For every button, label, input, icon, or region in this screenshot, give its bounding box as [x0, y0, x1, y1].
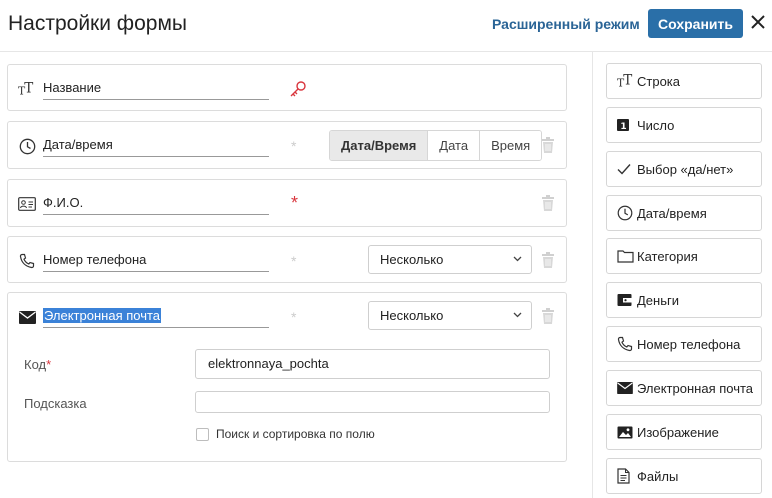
segment-datetime[interactable]: Дата/Время [330, 131, 429, 160]
file-icon [617, 468, 635, 484]
datetime-format-segmented: Дата/Время Дата Время [329, 130, 543, 161]
form-fields-panel: TT Название Дата/время * Дата/Время Дата… [0, 52, 577, 498]
trash-icon[interactable] [541, 137, 555, 154]
chevron-down-icon [513, 256, 522, 262]
phone-icon [617, 336, 635, 352]
required-toggle[interactable]: * [291, 309, 296, 325]
number-icon: 1 [617, 117, 635, 133]
save-button[interactable]: Сохранить [648, 9, 743, 38]
type-button-money[interactable]: Деньги [606, 282, 762, 318]
type-button-datetime[interactable]: Дата/время [606, 195, 762, 231]
type-label: Выбор «да/нет» [637, 161, 734, 177]
field-card-datetime[interactable]: Дата/время * Дата/Время Дата Время [7, 121, 567, 169]
required-toggle[interactable]: * [291, 253, 296, 269]
type-label: Изображение [637, 424, 719, 440]
svg-text:1: 1 [620, 122, 626, 131]
selected-text: Электронная почта [43, 308, 162, 323]
required-toggle[interactable]: * [291, 138, 296, 154]
segment-date[interactable]: Дата [428, 131, 481, 160]
id-card-icon [18, 195, 36, 213]
phone-icon [18, 252, 36, 270]
required-toggle[interactable]: * [291, 193, 298, 214]
field-name-input[interactable]: Название [43, 80, 269, 100]
field-card-email[interactable]: Электронная почта * Несколько Код* elekt… [7, 292, 567, 462]
envelope-icon [18, 308, 36, 326]
folder-icon [617, 248, 635, 264]
required-star: * [46, 357, 52, 372]
segment-time[interactable]: Время [480, 131, 542, 160]
trash-icon[interactable] [541, 195, 555, 212]
code-input[interactable]: elektronnaya_pochta [195, 349, 550, 379]
type-label: Дата/время [637, 205, 707, 221]
clock-icon [617, 205, 635, 221]
select-value: Несколько [380, 252, 444, 267]
trash-icon[interactable] [541, 252, 555, 269]
hint-input[interactable] [195, 391, 550, 413]
code-label: Код* [24, 357, 51, 372]
text-type-icon: TT [617, 73, 635, 89]
clock-icon [18, 137, 36, 155]
search-sort-label[interactable]: Поиск и сортировка по полю [216, 427, 375, 441]
field-card-fullname[interactable]: Ф.И.О. * [7, 179, 567, 227]
type-label: Электронная почта [637, 380, 754, 396]
close-icon[interactable] [748, 12, 768, 32]
field-name-input[interactable]: Ф.И.О. [43, 195, 269, 215]
checkmark-icon [617, 161, 635, 177]
field-card-name[interactable]: TT Название [7, 64, 567, 111]
type-label: Номер телефона [637, 336, 741, 352]
field-name-input[interactable]: Электронная почта [43, 308, 269, 328]
svg-text:T: T [623, 73, 632, 89]
image-icon [617, 424, 635, 440]
type-label: Строка [637, 73, 681, 89]
text-type-icon: TT [18, 80, 36, 98]
type-button-string[interactable]: TT Строка [606, 63, 762, 99]
multiplicity-select[interactable]: Несколько [368, 301, 532, 330]
page-title: Настройки формы [8, 12, 187, 35]
trash-icon[interactable] [541, 308, 555, 325]
advanced-mode-link[interactable]: Расширенный режим [492, 16, 640, 32]
type-button-email[interactable]: Электронная почта [606, 370, 762, 406]
hint-label: Подсказка [24, 396, 87, 411]
code-label-text: Код [24, 357, 47, 372]
key-icon [290, 81, 306, 97]
multiplicity-select[interactable]: Несколько [368, 245, 532, 274]
search-sort-checkbox[interactable] [196, 428, 209, 441]
type-button-files[interactable]: Файлы [606, 458, 762, 494]
type-label: Деньги [637, 292, 679, 308]
type-button-number[interactable]: 1 Число [606, 107, 762, 143]
field-types-panel: TT Строка 1 Число Выбор «да/нет» Дата/вр… [592, 52, 772, 498]
field-name-input[interactable]: Дата/время [43, 137, 269, 157]
type-label: Число [637, 117, 675, 133]
type-button-phone[interactable]: Номер телефона [606, 326, 762, 362]
envelope-icon [617, 380, 635, 396]
wallet-icon [617, 292, 635, 308]
type-button-boolean[interactable]: Выбор «да/нет» [606, 151, 762, 187]
chevron-down-icon [513, 312, 522, 318]
header: Настройки формы Расширенный режим Сохран… [0, 0, 772, 52]
type-button-category[interactable]: Категория [606, 238, 762, 274]
type-button-image[interactable]: Изображение [606, 414, 762, 450]
field-name-input[interactable]: Номер телефона [43, 252, 269, 272]
svg-text:T: T [24, 81, 33, 97]
type-label: Файлы [637, 468, 679, 484]
field-card-phone[interactable]: Номер телефона * Несколько [7, 236, 567, 283]
select-value: Несколько [380, 308, 444, 323]
type-label: Категория [637, 248, 698, 264]
